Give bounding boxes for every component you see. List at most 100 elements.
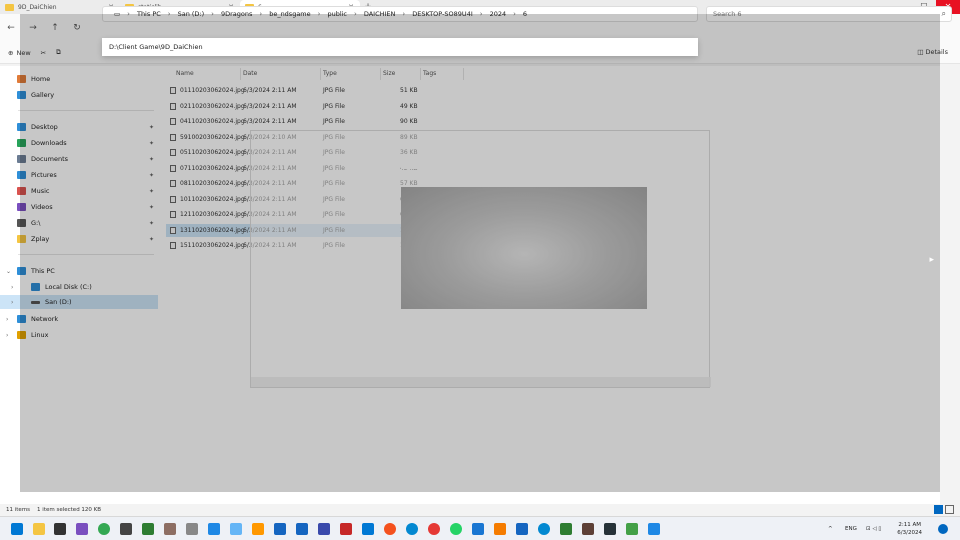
chevron-right-icon[interactable]: › xyxy=(11,299,13,306)
breadcrumb-item[interactable]: 6 xyxy=(518,10,532,18)
chevron-right-icon[interactable]: › xyxy=(316,10,323,18)
sidebar-item-network[interactable]: › Network xyxy=(0,312,158,326)
sidebar-item-linux[interactable]: › Linux xyxy=(0,328,158,342)
cut-button[interactable]: ✂ xyxy=(41,49,46,57)
sidebar-item-g-drive[interactable]: G:\ ✦ xyxy=(0,216,158,230)
chevron-right-icon[interactable]: › xyxy=(209,10,216,18)
column-header-type[interactable]: Type xyxy=(323,68,337,80)
forward-icon[interactable]: → xyxy=(22,23,44,33)
breadcrumb-item[interactable]: San (D:) xyxy=(173,10,210,18)
app-icon[interactable] xyxy=(428,523,440,535)
chevron-right-icon[interactable]: › xyxy=(478,10,485,18)
app-icon[interactable] xyxy=(164,523,176,535)
breadcrumb-item[interactable]: 9Dragons xyxy=(216,10,257,18)
pin-icon[interactable]: ✦ xyxy=(149,140,154,147)
copy-button[interactable]: ⧉ xyxy=(56,48,61,57)
language-indicator[interactable]: ENG xyxy=(845,517,857,540)
table-row[interactable]: 01110203062024.jpg 6/3/2024 2:11 AM JPG Fi… xyxy=(166,84,462,97)
column-separator[interactable] xyxy=(320,68,321,80)
column-separator[interactable] xyxy=(420,68,421,80)
next-arrow-icon[interactable]: ▸ xyxy=(929,255,934,265)
pin-icon[interactable]: ✦ xyxy=(149,220,154,227)
back-icon[interactable]: ← xyxy=(0,23,22,33)
chevron-right-icon[interactable]: › xyxy=(166,10,173,18)
breadcrumb-item[interactable]: This PC xyxy=(132,10,166,18)
network-volume-icons[interactable]: ⊡ ◁ ▯ xyxy=(866,517,881,540)
chevron-right-icon[interactable]: › xyxy=(6,332,8,339)
column-separator[interactable] xyxy=(380,68,381,80)
app-icon[interactable] xyxy=(516,523,528,535)
pin-icon[interactable]: ✦ xyxy=(149,156,154,163)
clock[interactable]: 2:11 AM 6/3/2024 xyxy=(897,521,922,537)
chevron-right-icon[interactable]: › xyxy=(511,10,518,18)
breadcrumb[interactable]: ▭ › This PC › San (D:) › 9Dragons › be_n… xyxy=(102,6,698,22)
edge-icon[interactable] xyxy=(538,523,550,535)
sidebar-item-documents[interactable]: Documents ✦ xyxy=(0,152,158,166)
app-icon[interactable] xyxy=(340,523,352,535)
sidebar-item-desktop[interactable]: Desktop ✦ xyxy=(0,120,158,134)
app-icon[interactable] xyxy=(230,523,242,535)
details-view-icon[interactable] xyxy=(934,505,943,514)
sidebar-item-home[interactable]: Home xyxy=(0,72,158,86)
breadcrumb-item[interactable]: be_ndsgame xyxy=(264,10,315,18)
app-icon[interactable] xyxy=(626,523,638,535)
sidebar-item-this-pc[interactable]: ⌄ This PC xyxy=(0,264,158,278)
pin-icon[interactable]: ✦ xyxy=(149,188,154,195)
refresh-icon[interactable]: ↻ xyxy=(66,23,88,33)
column-separator[interactable] xyxy=(240,68,241,80)
new-button[interactable]: ⊕ New xyxy=(8,49,31,57)
chrome-icon[interactable] xyxy=(98,523,110,535)
breadcrumb-item[interactable]: public xyxy=(322,10,352,18)
breadcrumb-item[interactable]: DAICHIEN xyxy=(359,10,401,18)
chevron-down-icon[interactable]: ⌄ xyxy=(6,268,11,275)
terminal-icon[interactable] xyxy=(604,523,616,535)
up-icon[interactable]: ↑ xyxy=(44,23,66,33)
whatsapp-icon[interactable] xyxy=(450,523,462,535)
app-icon[interactable] xyxy=(384,523,396,535)
table-row[interactable]: 02110203062024.jpg 6/3/2024 2:11 AM JPG Fi… xyxy=(166,100,462,113)
search-input[interactable]: Search 6 ⌕ xyxy=(706,6,952,22)
skype-icon[interactable] xyxy=(406,523,418,535)
app-icon[interactable] xyxy=(54,523,66,535)
chevron-right-icon[interactable]: › xyxy=(11,284,13,291)
vscode-icon[interactable] xyxy=(362,523,374,535)
app-icon[interactable] xyxy=(120,523,132,535)
breadcrumb-item[interactable]: 2024 xyxy=(485,10,512,18)
visual-studio-icon[interactable] xyxy=(76,523,88,535)
app-icon[interactable] xyxy=(186,523,198,535)
sidebar-item-downloads[interactable]: Downloads ✦ xyxy=(0,136,158,150)
chevron-right-icon[interactable]: › xyxy=(6,316,8,323)
app-icon[interactable] xyxy=(472,523,484,535)
pin-icon[interactable]: ✦ xyxy=(149,124,154,131)
breadcrumb-item[interactable]: DESKTOP-SO89U4I xyxy=(407,10,478,18)
app-icon[interactable] xyxy=(296,523,308,535)
sidebar-item-videos[interactable]: Videos ✦ xyxy=(0,200,158,214)
pin-icon[interactable]: ✦ xyxy=(149,204,154,211)
app-icon[interactable] xyxy=(648,523,660,535)
sidebar-item-zplay[interactable]: Zplay ✦ xyxy=(0,232,158,246)
app-icon[interactable] xyxy=(274,523,286,535)
app-icon[interactable] xyxy=(142,523,154,535)
column-header-size[interactable]: Size xyxy=(383,68,395,80)
chevron-right-icon[interactable]: › xyxy=(257,10,264,18)
column-header-date[interactable]: Date xyxy=(243,68,257,80)
chevron-right-icon[interactable]: › xyxy=(400,10,407,18)
tray-chevron-icon[interactable]: ^ xyxy=(828,517,833,540)
sidebar-item-music[interactable]: Music ✦ xyxy=(0,184,158,198)
notifications-icon[interactable] xyxy=(938,524,948,534)
sidebar-item-gallery[interactable]: Gallery xyxy=(0,88,158,102)
sidebar-item-san-d[interactable]: › San (D:) xyxy=(0,295,158,309)
app-icon[interactable] xyxy=(208,523,220,535)
table-row[interactable]: 04110203062024.jpg 6/3/2024 2:11 AM JPG Fi… xyxy=(166,115,462,128)
details-button[interactable]: ◫ Details xyxy=(917,48,948,56)
pin-icon[interactable]: ✦ xyxy=(149,172,154,179)
tiles-view-icon[interactable] xyxy=(945,505,954,514)
start-icon[interactable] xyxy=(11,523,23,535)
sidebar-item-local-disk-c[interactable]: › Local Disk (C:) xyxy=(0,280,158,294)
app-icon[interactable] xyxy=(318,523,330,535)
sidebar-item-pictures[interactable]: Pictures ✦ xyxy=(0,168,158,182)
file-explorer-icon[interactable] xyxy=(33,523,45,535)
column-header-tags[interactable]: Tags xyxy=(423,68,436,80)
column-separator[interactable] xyxy=(463,68,464,80)
pin-icon[interactable]: ✦ xyxy=(149,236,154,243)
